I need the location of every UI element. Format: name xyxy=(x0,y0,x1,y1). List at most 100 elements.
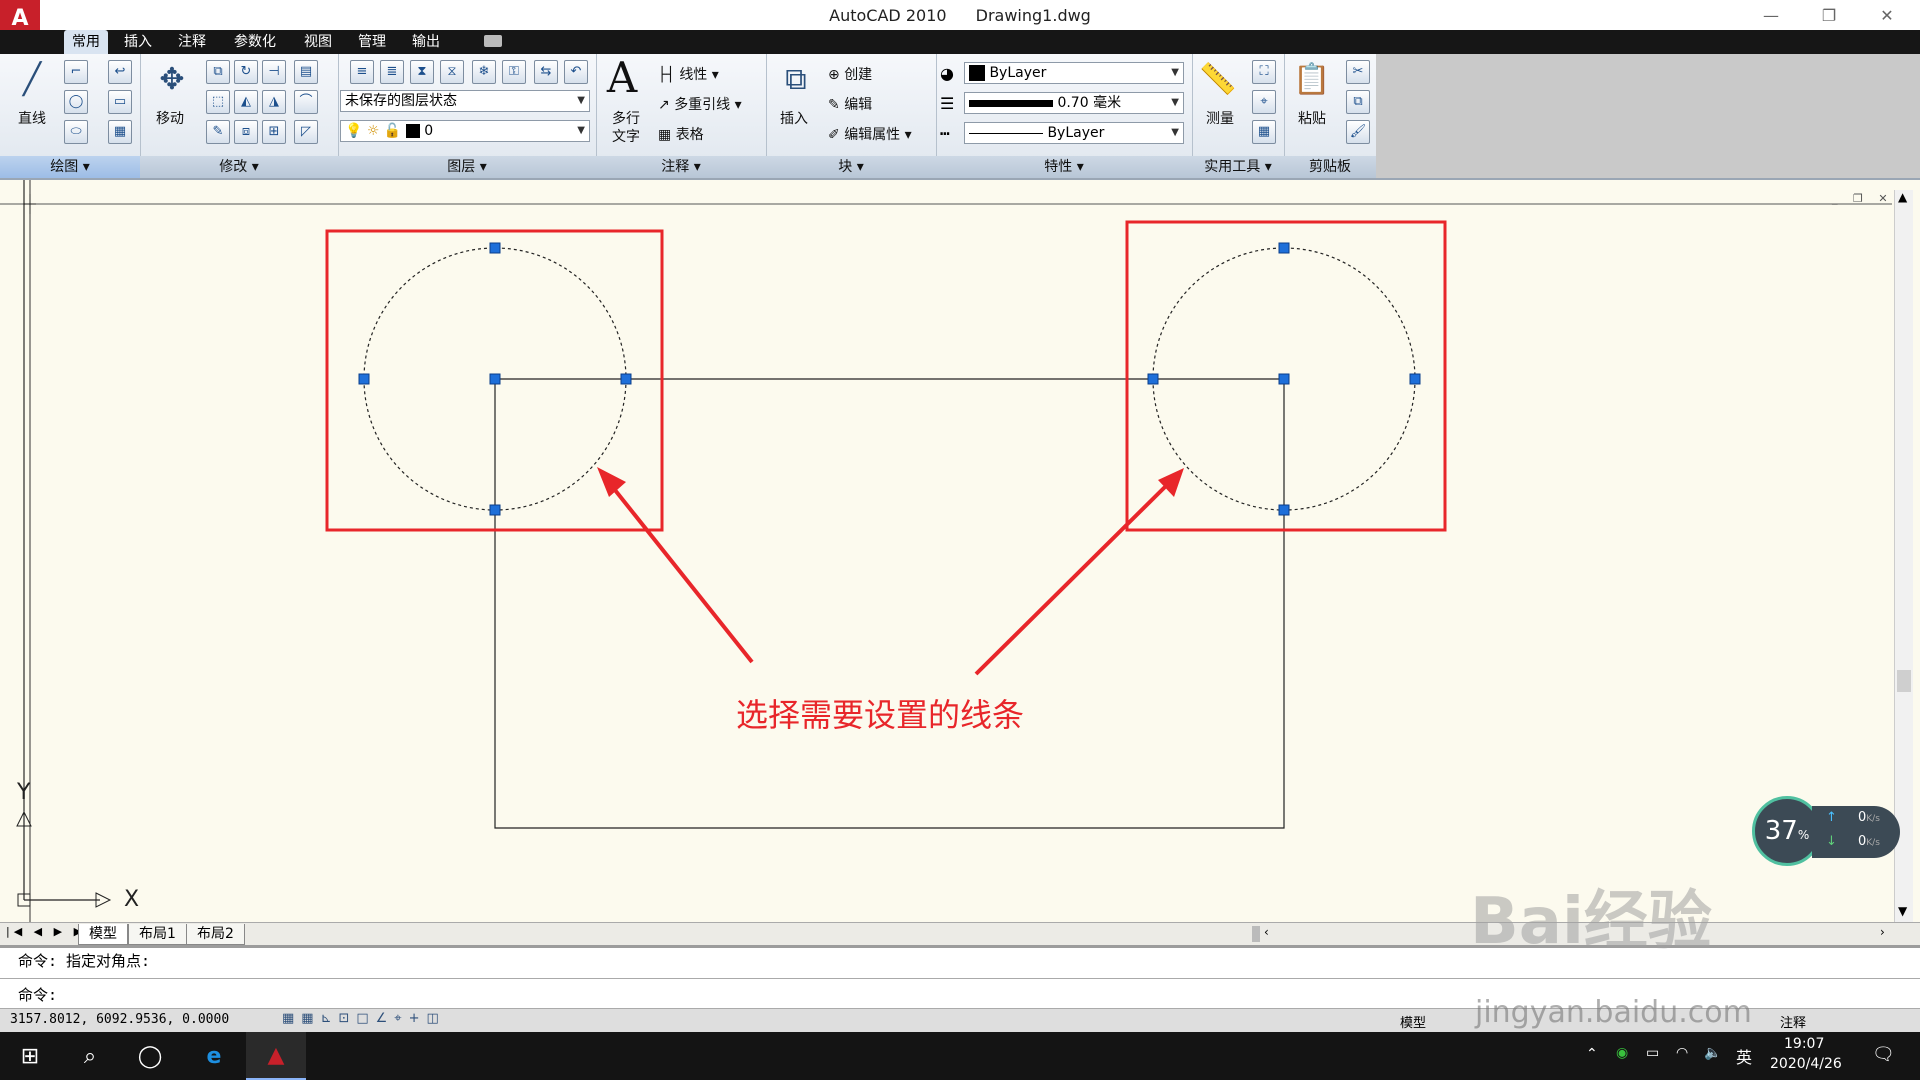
line-icon[interactable]: ╱ xyxy=(12,60,52,100)
clipboard-panel-title[interactable]: 剪贴板 xyxy=(1284,156,1376,178)
modify-panel-title[interactable]: 修改 ▾ xyxy=(140,156,338,178)
erase-icon[interactable]: ✎ xyxy=(206,120,230,144)
copy-icon[interactable]: ⧉ xyxy=(206,60,230,84)
color-dropdown[interactable]: ByLayer ▼ xyxy=(964,62,1184,84)
match-properties-icon[interactable]: 🖌 xyxy=(1346,120,1370,144)
minimize-button[interactable]: — xyxy=(1748,2,1794,28)
polyline-icon[interactable]: ⌐ xyxy=(64,60,88,84)
viewport-controls[interactable]: _ ❐ ✕ xyxy=(1832,192,1894,205)
split-handle[interactable] xyxy=(1252,926,1260,942)
hscroll-right-icon[interactable]: › xyxy=(1880,925,1885,939)
cortana-icon[interactable]: ◯ xyxy=(120,1032,180,1080)
array-icon[interactable]: ▤ xyxy=(294,60,318,84)
battery-icon[interactable]: ▭ xyxy=(1646,1045,1659,1061)
insert-block-icon[interactable]: ⧉ xyxy=(776,60,816,100)
autocad-taskbar-icon[interactable]: ▲ xyxy=(246,1032,306,1080)
move-icon[interactable]: ✥ xyxy=(152,60,192,100)
annotation-scale-button[interactable]: 注释 xyxy=(1780,1012,1806,1031)
block-panel-title[interactable]: 块 ▾ xyxy=(766,156,936,178)
search-icon[interactable]: ⌕ xyxy=(60,1032,120,1080)
stretch-icon[interactable]: ◭ xyxy=(234,90,258,114)
create-block-button[interactable]: ⊕ 创建 xyxy=(828,64,872,84)
tray-expand-icon[interactable]: ⌃ xyxy=(1586,1046,1598,1062)
tab-output[interactable]: 输出 xyxy=(404,30,448,54)
utilities-panel-title[interactable]: 实用工具 ▾ xyxy=(1192,156,1284,178)
tab-annotate[interactable]: 注释 xyxy=(170,30,214,54)
scrollbar-thumb[interactable] xyxy=(1897,670,1911,692)
table-button[interactable]: ▦ 表格 xyxy=(658,124,704,144)
ribbon-minimize-icon[interactable] xyxy=(484,35,502,47)
paste-icon[interactable]: 📋 xyxy=(1292,60,1332,100)
layer-off-icon[interactable]: ⧖ xyxy=(440,60,464,84)
draw-panel-title[interactable]: 绘图 ▾ xyxy=(0,156,140,178)
model-space-button[interactable]: 模型 xyxy=(1400,1012,1426,1031)
close-button[interactable]: ✕ xyxy=(1864,2,1910,28)
layout-tab-1[interactable]: 布局1 xyxy=(128,924,187,945)
edge-browser-icon[interactable]: e xyxy=(184,1032,244,1080)
mirror-icon[interactable]: ◮ xyxy=(262,90,286,114)
wechat-icon[interactable]: ◉ xyxy=(1616,1045,1628,1061)
arc-icon[interactable]: ↩ xyxy=(108,60,132,84)
notification-icon[interactable]: 🗨 xyxy=(1872,1044,1895,1065)
layer-state-dropdown[interactable]: 未保存的图层状态 ▼ xyxy=(340,90,590,112)
circle-icon[interactable]: ◯ xyxy=(64,90,88,114)
scroll-down-icon[interactable]: ▼ xyxy=(1898,904,1907,918)
layer-previous-icon[interactable]: ↶ xyxy=(564,60,588,84)
layer-states-icon[interactable]: ≣ xyxy=(380,60,404,84)
quick-select-icon[interactable]: ⛶ xyxy=(1252,60,1276,84)
ellipse-icon[interactable]: ⬭ xyxy=(64,120,88,144)
layers-panel-title[interactable]: 图层 ▾ xyxy=(338,156,596,178)
wifi-icon[interactable]: ◠ xyxy=(1676,1045,1688,1061)
linear-dimension-button[interactable]: ├┤ 线性 ▾ xyxy=(658,64,719,84)
copy-clip-icon[interactable]: ⧉ xyxy=(1346,90,1370,114)
scroll-up-icon[interactable]: ▲ xyxy=(1898,190,1907,204)
layout-tab-2[interactable]: 布局2 xyxy=(186,924,245,945)
multileader-button[interactable]: ↗ 多重引线 ▾ xyxy=(658,94,742,114)
annotation-panel-title[interactable]: 注释 ▾ xyxy=(596,156,766,178)
layer-isolate-icon[interactable]: ⧗ xyxy=(410,60,434,84)
hatch-icon[interactable]: ▦ xyxy=(108,120,132,144)
command-prompt[interactable]: 命令: xyxy=(18,984,57,1005)
measure-icon[interactable]: 📏 xyxy=(1198,60,1238,100)
rectangle-icon[interactable]: ▭ xyxy=(108,90,132,114)
drafting-toggles[interactable]: ▦▦⊾⊡□∠⌖+◫ xyxy=(282,1011,446,1026)
offset-icon[interactable]: ⧈ xyxy=(234,120,258,144)
layer-match-icon[interactable]: ⇆ xyxy=(534,60,558,84)
scale-icon[interactable]: ⬚ xyxy=(206,90,230,114)
hscroll-left-icon[interactable]: ‹ xyxy=(1264,925,1269,939)
edit-block-button[interactable]: ✎ 编辑 xyxy=(828,94,872,114)
clock-date[interactable]: 2020/4/26 xyxy=(1770,1056,1842,1072)
tab-home[interactable]: 常用 xyxy=(64,30,108,54)
properties-panel-title[interactable]: 特性 ▾ xyxy=(936,156,1192,178)
cut-icon[interactable]: ✂ xyxy=(1346,60,1370,84)
clock-time[interactable]: 19:07 xyxy=(1784,1036,1824,1052)
tab-parametric[interactable]: 参数化 xyxy=(226,30,284,54)
tab-manage[interactable]: 管理 xyxy=(350,30,394,54)
ime-indicator[interactable]: 英 xyxy=(1736,1044,1752,1068)
layer-dropdown[interactable]: 💡 ☼ 🔓 0 ▼ xyxy=(340,120,590,142)
layout-tab-model[interactable]: 模型 xyxy=(78,924,128,945)
layer-lock-icon[interactable]: ⚿ xyxy=(502,60,526,84)
drawing-area[interactable]: X Y 选择需要设置的线条 _ ❐ ✕ xyxy=(0,180,1920,922)
calculator-icon[interactable]: ▦ xyxy=(1252,120,1276,144)
annotation-arrow-left xyxy=(605,478,754,664)
maximize-button[interactable]: ❐ xyxy=(1806,2,1852,28)
lineweight-dropdown[interactable]: 0.70 毫米 ▼ xyxy=(964,92,1184,114)
mtext-icon[interactable]: A xyxy=(602,57,642,99)
windows-start-icon[interactable]: ⊞ xyxy=(0,1032,60,1080)
chamfer-icon[interactable]: ◸ xyxy=(294,120,318,144)
explode-icon[interactable]: ⊞ xyxy=(262,120,286,144)
edit-attributes-button[interactable]: ✐ 编辑属性 ▾ xyxy=(828,124,912,144)
layer-properties-icon[interactable]: ≡ xyxy=(350,60,374,84)
layer-freeze-icon[interactable]: ❄ xyxy=(472,60,496,84)
drawing-canvas[interactable] xyxy=(0,180,1920,922)
id-point-icon[interactable]: ⌖ xyxy=(1252,90,1276,114)
fillet-icon[interactable]: ⌒ xyxy=(294,90,318,114)
linetype-dropdown[interactable]: ByLayer ▼ xyxy=(964,122,1184,144)
tab-view[interactable]: 视图 xyxy=(296,30,340,54)
volume-icon[interactable]: 🔈 xyxy=(1704,1045,1721,1061)
tab-insert[interactable]: 插入 xyxy=(116,30,160,54)
rotate-icon[interactable]: ↻ xyxy=(234,60,258,84)
title-bar: A AutoCAD 2010 Drawing1.dwg — ❐ ✕ xyxy=(0,0,1920,36)
trim-icon[interactable]: ⊣ xyxy=(262,60,286,84)
